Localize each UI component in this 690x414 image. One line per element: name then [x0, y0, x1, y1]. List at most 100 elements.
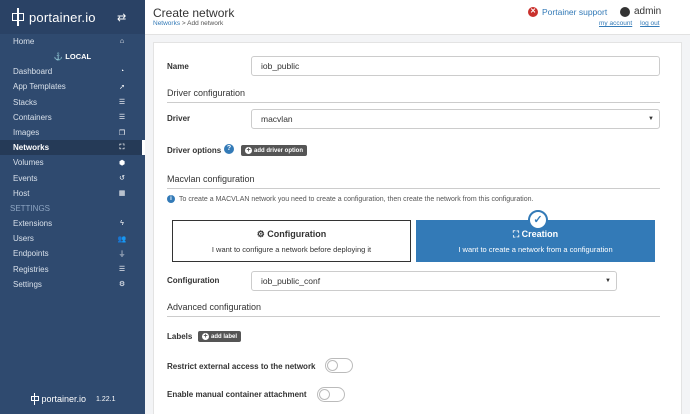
manual-attachment-label: Enable manual container attachment [167, 390, 307, 399]
sidebar-item-label: Containers [13, 112, 52, 122]
driver-section-title: Driver configuration [167, 88, 660, 103]
log-out-link[interactable]: log out [640, 20, 660, 27]
create-network-form: Name iob_public Driver configuration Dri… [153, 42, 682, 414]
name-input[interactable]: iob_public [251, 56, 660, 76]
page-title: Create network [153, 6, 235, 20]
toggle-knob [319, 389, 330, 400]
portainer-logo-icon [10, 8, 26, 26]
sitemap-icon: ⛶ [119, 143, 125, 151]
support-label: Portainer support [542, 7, 608, 17]
driver-select[interactable]: macvlan ▼ [251, 109, 660, 129]
caret-down-icon: ▼ [605, 278, 611, 284]
sidebar-item-networks[interactable]: Networks ⛶ [0, 140, 145, 156]
sidebar-footer: portainer.io 1.22.1 [0, 388, 145, 410]
add-label-button[interactable]: + add label [198, 331, 242, 342]
settings-section-header: SETTINGS [10, 203, 51, 213]
labels-label: Labels [167, 332, 193, 341]
account-links: my account log out [593, 20, 660, 27]
sidebar-item-users[interactable]: Users 👥 [0, 231, 145, 246]
info-circle-icon: i [167, 195, 175, 203]
clone-icon: ❐ [118, 129, 126, 137]
server-icon: ☰ [118, 114, 126, 122]
sidebar-item-app-templates[interactable]: App Templates ➚ [0, 79, 145, 94]
macvlan-info-text: To create a MACVLAN network you need to … [179, 195, 534, 203]
macvlan-section-title: Macvlan configuration [167, 174, 660, 189]
home-icon: ⌂ [119, 38, 125, 46]
driver-options-label: Driver options [167, 146, 222, 155]
portainer-support-link[interactable]: ✕ Portainer support [528, 7, 607, 17]
portainer-footer-logo-icon [30, 393, 40, 405]
sidebar-item-label: App Templates [13, 82, 66, 92]
dashboard-icon: ◔ [119, 68, 125, 76]
sidebar-item-label: Stacks [13, 97, 38, 107]
bolt-icon: ϟ [120, 219, 124, 227]
restrict-access-label: Restrict external access to the network [167, 362, 316, 371]
sidebar-item-host[interactable]: Host ▦ [0, 186, 145, 201]
sidebar-item-label: Extensions [13, 218, 53, 228]
sidebar-item-stacks[interactable]: Stacks ☰ [0, 95, 145, 110]
user-circle-icon [620, 6, 630, 17]
sidebar-item-dashboard[interactable]: Dashboard ◔ [0, 64, 145, 79]
footer-brand: portainer.io [41, 394, 87, 404]
configuration-select[interactable]: iob_public_conf ▼ [251, 271, 617, 291]
version-label: 1.22.1 [96, 395, 116, 403]
driver-label: Driver [167, 114, 191, 123]
plus-circle-icon: + [245, 147, 252, 154]
my-account-link[interactable]: my account [599, 20, 632, 27]
manual-attachment-toggle[interactable] [317, 387, 345, 402]
add-label-text: add label [211, 333, 238, 340]
cog-icon: ⚙ [256, 229, 265, 239]
sidebar-item-settings[interactable]: Settings ⚙ [0, 277, 145, 292]
sidebar-item-label: Host [13, 188, 30, 198]
option-configuration-title: ⚙ Configuration [173, 229, 410, 240]
sidebar: portainer.io ⇄ Home ⌂ ⚓ LOCAL Dashboard ◔ App… [0, 0, 145, 414]
name-input-value: iob_public [261, 61, 300, 71]
th-list-icon: ☰ [118, 99, 126, 107]
plug-icon: ⏚ [118, 250, 126, 258]
caret-down-icon: ▼ [648, 116, 654, 122]
brand-name: portainer.io [29, 9, 96, 25]
sidebar-item-label: Images [13, 128, 40, 138]
breadcrumb-networks-link[interactable]: Networks [153, 20, 180, 27]
sidebar-nav: Home ⌂ ⚓ LOCAL Dashboard ◔ App Templates ➚ Stac… [0, 34, 145, 292]
option-creation-title: ⛶ Creation [417, 229, 654, 240]
sidebar-item-containers[interactable]: Containers ☰ [0, 110, 145, 125]
sidebar-item-registries[interactable]: Registries ☰ [0, 261, 145, 276]
sidebar-item-label: Users [13, 234, 34, 244]
add-driver-option-button[interactable]: + add driver option [241, 145, 308, 156]
sidebar-item-label: Settings [13, 279, 42, 289]
sidebar-item-endpoints[interactable]: Endpoints ⏚ [0, 246, 145, 261]
sidebar-item-label: Volumes [13, 158, 44, 168]
cogs-icon: ⚙ [118, 281, 126, 289]
name-label: Name [167, 62, 189, 71]
sidebar-item-home[interactable]: Home ⌂ [0, 34, 145, 49]
sidebar-item-images[interactable]: Images ❐ [0, 125, 145, 140]
add-driver-option-label: add driver option [254, 147, 304, 154]
configuration-select-value: iob_public_conf [261, 276, 321, 286]
sidebar-item-label: Endpoints [13, 249, 49, 259]
th-icon: ▦ [118, 190, 126, 198]
sidebar-item-label: Home [13, 37, 35, 47]
question-circle-icon[interactable]: ? [224, 144, 234, 154]
sidebar-item-label: Events [13, 173, 38, 183]
sidebar-item-label: Networks [13, 143, 50, 153]
advanced-section-title: Advanced configuration [167, 302, 660, 317]
endpoint-header: ⚓ LOCAL [53, 52, 92, 62]
sidebar-item-label: Registries [13, 264, 49, 274]
sidebar-toggle-icon[interactable]: ⇄ [117, 11, 126, 24]
breadcrumb: Networks > Add network [153, 20, 223, 27]
page-header: Create network Networks > Add network ✕ … [145, 0, 690, 35]
restrict-access-toggle[interactable] [325, 358, 353, 373]
option-creation-desc: I want to create a network from a config… [458, 245, 613, 254]
support-icon: ✕ [528, 7, 538, 17]
sidebar-item-extensions[interactable]: Extensions ϟ [0, 216, 145, 231]
rocket-icon: ➚ [119, 83, 125, 91]
option-creation[interactable]: ✓ ⛶ Creation I want to create a network … [416, 210, 655, 262]
sidebar-item-volumes[interactable]: Volumes ⬢ [0, 155, 145, 170]
sidebar-item-events[interactable]: Events ↺ [0, 171, 145, 186]
macvlan-info: i To create a MACVLAN network you need t… [167, 195, 533, 203]
history-icon: ↺ [119, 175, 125, 183]
toggle-knob [327, 360, 338, 371]
option-configuration[interactable]: ⚙ Configuration I want to configure a ne… [172, 220, 411, 262]
option-configuration-title-text: Configuration [267, 229, 327, 239]
